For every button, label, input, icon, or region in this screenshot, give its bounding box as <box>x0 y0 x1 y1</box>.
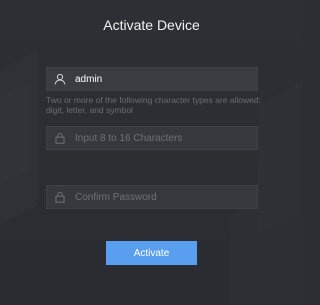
confirm-password-field[interactable] <box>46 185 258 209</box>
username-input[interactable] <box>73 69 257 89</box>
password-input[interactable] <box>73 128 257 148</box>
dialog-title: Activate Device <box>103 17 200 33</box>
username-field[interactable] <box>46 67 258 91</box>
lock-icon <box>47 127 73 149</box>
activate-button[interactable]: Activate <box>106 241 197 265</box>
lock-icon <box>47 186 73 208</box>
user-icon <box>47 68 73 90</box>
confirm-password-input[interactable] <box>73 187 257 207</box>
password-field[interactable] <box>46 126 258 150</box>
password-rule-hint: Two or more of the following character t… <box>46 95 261 115</box>
activate-device-dialog: Activate Device Two or more of the follo… <box>0 0 303 305</box>
